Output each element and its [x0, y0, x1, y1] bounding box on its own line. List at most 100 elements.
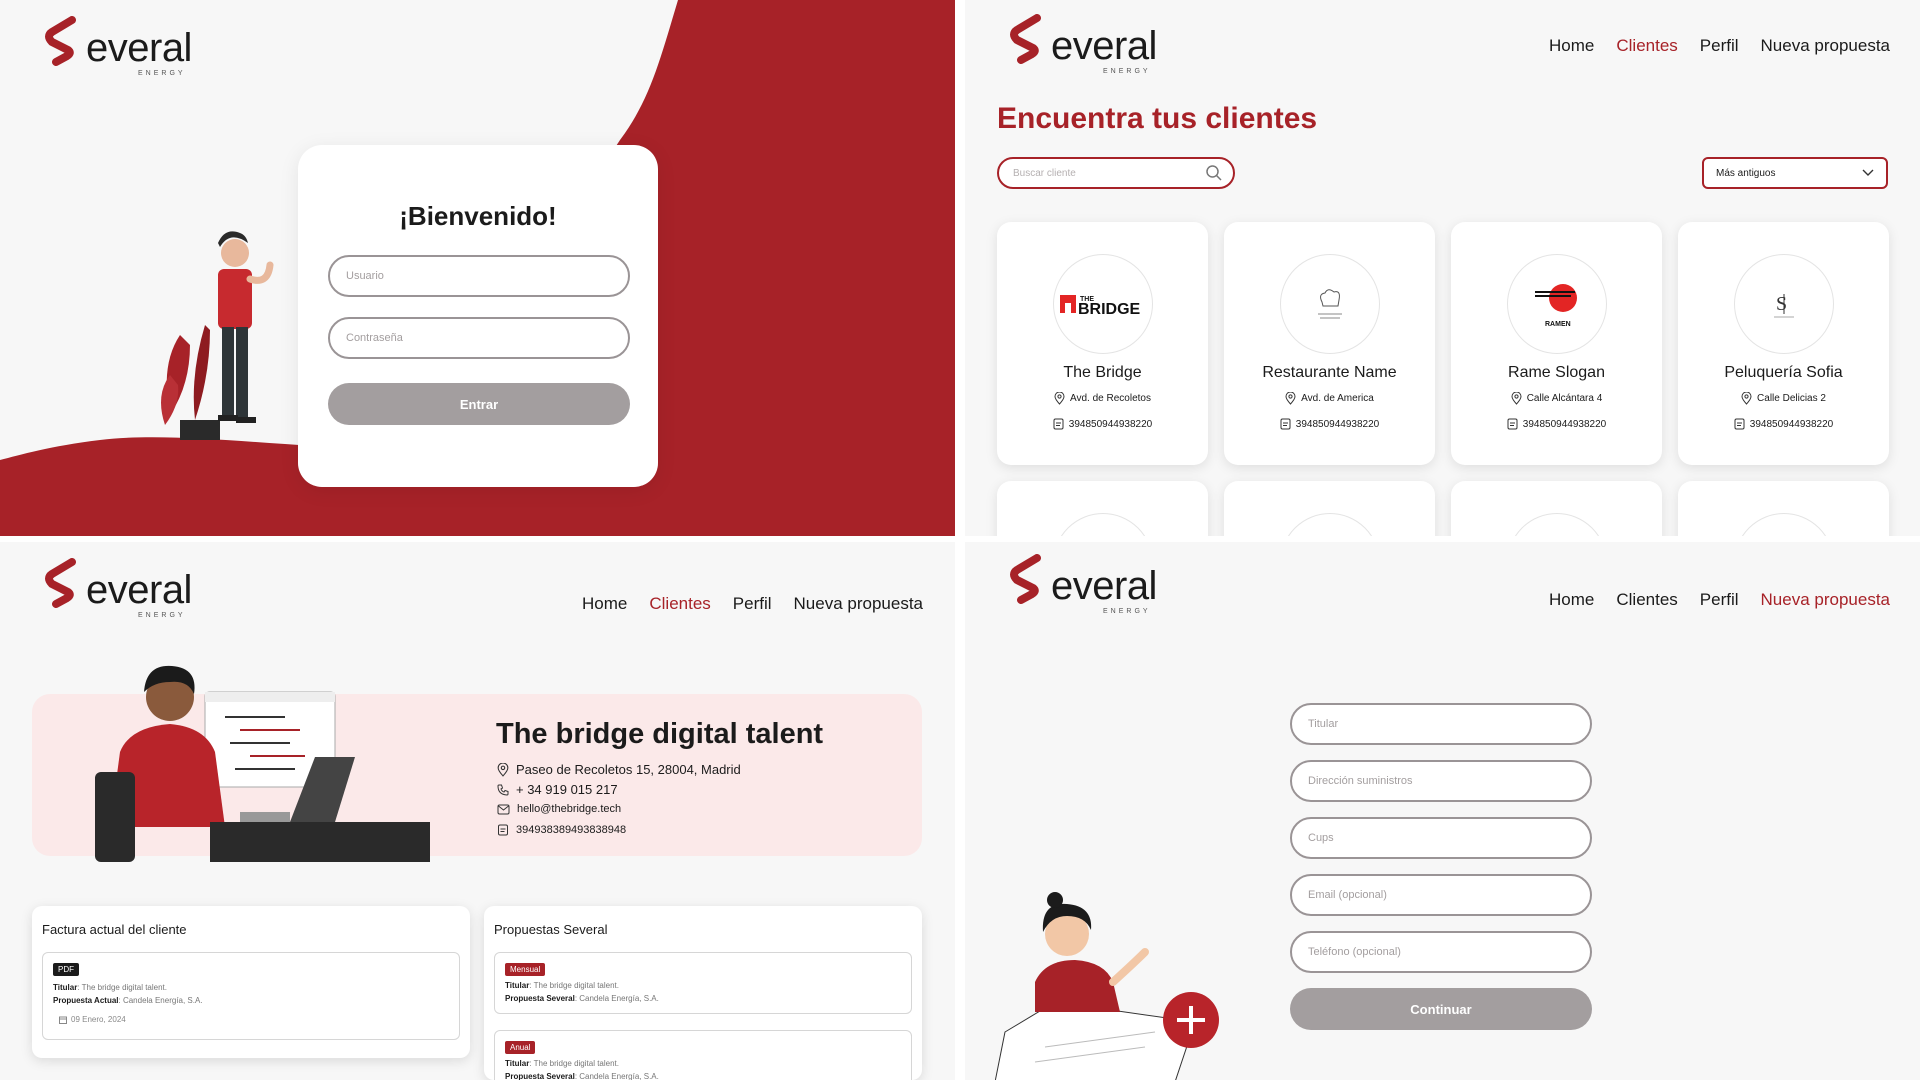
- client-card[interactable]: [1451, 481, 1662, 536]
- client-address: Calle Alcántara 4: [1526, 393, 1603, 404]
- nav-new-proposal[interactable]: Nueva propuesta: [1761, 36, 1890, 56]
- login-title: ¡Bienvenido!: [399, 201, 557, 231]
- several-logo[interactable]: everal ENERGY: [1007, 14, 1157, 75]
- phone-input[interactable]: [1308, 946, 1590, 958]
- logo-subtitle: ENERGY: [1103, 68, 1151, 75]
- salon-monogram-icon: S: [1774, 293, 1794, 318]
- clients-grid: THE BRIDGE The Bridge Avd. de Recoletos …: [997, 222, 1889, 536]
- several-logo[interactable]: everal ENERGY: [42, 558, 192, 619]
- proposal-supplier: Propuesta Several: Candela Energía, S.A.: [505, 1072, 659, 1080]
- new-proposal-screen: everal ENERGY Home Clientes Perfil Nueva…: [965, 542, 1920, 1080]
- password-input[interactable]: [346, 332, 628, 344]
- client-id: 394850944938220: [1749, 418, 1834, 430]
- login-button[interactable]: Entrar: [328, 383, 630, 425]
- person-illustration: [161, 231, 274, 440]
- invoice-holder: Titular: The bridge digital talent.: [53, 983, 167, 992]
- several-s-logo-icon: [45, 558, 76, 608]
- detail-email[interactable]: hello@thebridge.tech: [517, 803, 621, 815]
- client-card[interactable]: RAMEN Rame Slogan Calle Alcántara 4 3948…: [1451, 222, 1662, 465]
- sort-dropdown[interactable]: Más antiguos: [1702, 157, 1888, 189]
- calendar-icon: [59, 1016, 67, 1024]
- document-icon: [498, 824, 508, 836]
- proposal-holder: Titular: The bridge digital talent.: [505, 1059, 619, 1068]
- document-icon: [1507, 418, 1518, 430]
- restaurant-logo: [1280, 254, 1380, 354]
- invoice-card[interactable]: PDF Titular: The bridge digital talent. …: [42, 952, 460, 1040]
- ramen-logo: RAMEN: [1507, 254, 1607, 354]
- current-invoice-panel: Factura actual del cliente PDF Titular: …: [32, 906, 470, 1058]
- ramen-bowl-icon: RAMEN: [1535, 284, 1577, 328]
- email-input[interactable]: [1308, 889, 1590, 901]
- client-card[interactable]: THE BRIDGE The Bridge Avd. de Recoletos …: [997, 222, 1208, 465]
- search-input[interactable]: [1013, 167, 1193, 179]
- detail-email-row: hello@thebridge.tech: [497, 803, 621, 815]
- panel-title: Propuestas Several: [494, 922, 608, 937]
- proposal-card[interactable]: Anual Titular: The bridge digital talent…: [494, 1030, 912, 1080]
- search-icon[interactable]: [1205, 164, 1223, 182]
- password-field[interactable]: [328, 317, 630, 359]
- client-name: Rame Slogan: [1508, 364, 1605, 381]
- page-title: Encuentra tus clientes: [997, 102, 1318, 135]
- client-id-row: 394850944938220: [1678, 418, 1889, 430]
- client-card[interactable]: S Peluquería Sofia Calle Delicias 2 3948…: [1678, 222, 1889, 465]
- document-icon: [1734, 418, 1745, 430]
- nav-clients[interactable]: Clientes: [1616, 36, 1677, 56]
- client-search[interactable]: [997, 157, 1235, 189]
- logo-word: everal: [1051, 564, 1157, 608]
- location-pin-icon: [1741, 392, 1752, 405]
- sort-value: Más antiguos: [1716, 167, 1776, 179]
- mail-icon: [497, 804, 510, 814]
- continue-button[interactable]: Continuar: [1290, 988, 1592, 1030]
- login-card: ¡Bienvenido! Entrar: [298, 145, 658, 487]
- phone-field[interactable]: [1290, 931, 1592, 973]
- supply-address-input[interactable]: [1308, 775, 1590, 787]
- chef-hat-icon: [1318, 289, 1342, 319]
- cups-field[interactable]: [1290, 817, 1592, 859]
- document-icon: [1053, 418, 1064, 430]
- client-card[interactable]: [997, 481, 1208, 536]
- several-logo[interactable]: everal ENERGY: [1007, 554, 1157, 615]
- nav-new-proposal[interactable]: Nueva propuesta: [794, 594, 923, 614]
- client-card[interactable]: [1224, 481, 1435, 536]
- client-address-row: Calle Delicias 2: [1678, 392, 1889, 405]
- detail-id-row: 394938389493838948: [497, 824, 626, 836]
- detail-id: 394938389493838948: [516, 824, 627, 836]
- client-name: The Bridge: [1063, 364, 1142, 381]
- nav-clients[interactable]: Clientes: [1616, 590, 1677, 610]
- client-address-row: Avd. de Recoletos: [997, 392, 1208, 405]
- supply-address-field[interactable]: [1290, 760, 1592, 802]
- invoice-current-proposal: Propuesta Actual: Candela Energía, S.A.: [53, 996, 203, 1005]
- location-pin-icon: [1511, 392, 1522, 405]
- client-card[interactable]: Restaurante Name Avd. de America 3948509…: [1224, 222, 1435, 465]
- nav-profile[interactable]: Perfil: [1700, 36, 1739, 56]
- several-s-logo-icon: [1010, 554, 1041, 604]
- nav-home[interactable]: Home: [1549, 36, 1594, 56]
- logo-subtitle: ENERGY: [138, 612, 186, 619]
- woman-document-illustration: [995, 892, 1219, 1080]
- detail-phone-row: + 34 919 015 217: [497, 782, 618, 797]
- client-id-row: 394850944938220: [1451, 418, 1662, 430]
- several-logo[interactable]: everal ENERGY: [42, 16, 192, 77]
- nav-profile[interactable]: Perfil: [1700, 590, 1739, 610]
- several-s-logo-icon: [1010, 14, 1041, 64]
- nav-home[interactable]: Home: [582, 594, 627, 614]
- username-field[interactable]: [328, 255, 630, 297]
- salon-logo: S: [1734, 254, 1834, 354]
- person-laptop-illustration: [95, 665, 430, 862]
- email-field[interactable]: [1290, 874, 1592, 916]
- holder-input[interactable]: [1308, 718, 1590, 730]
- client-name: Restaurante Name: [1262, 364, 1397, 381]
- proposal-card[interactable]: Mensual Titular: The bridge digital tale…: [494, 952, 912, 1014]
- client-detail-name: The bridge digital talent: [496, 718, 824, 750]
- cups-input[interactable]: [1308, 832, 1590, 844]
- nav-home[interactable]: Home: [1549, 590, 1594, 610]
- client-id-row: 394850944938220: [1224, 418, 1435, 430]
- holder-field[interactable]: [1290, 703, 1592, 745]
- client-card[interactable]: [1678, 481, 1889, 536]
- client-id: 394850944938220: [1522, 418, 1607, 430]
- username-input[interactable]: [346, 270, 628, 282]
- location-pin-icon: [1285, 392, 1296, 405]
- nav-clients[interactable]: Clientes: [649, 594, 710, 614]
- nav-new-proposal[interactable]: Nueva propuesta: [1761, 590, 1890, 610]
- nav-profile[interactable]: Perfil: [733, 594, 772, 614]
